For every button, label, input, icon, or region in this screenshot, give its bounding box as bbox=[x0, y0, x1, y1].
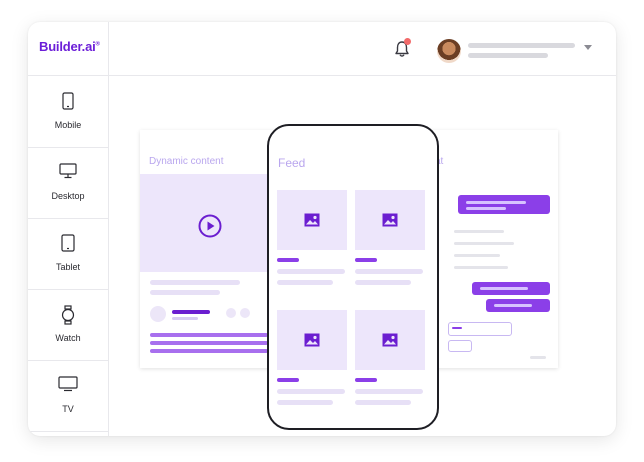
text-placeholder bbox=[454, 254, 500, 257]
text-placeholder bbox=[480, 287, 528, 290]
text-placeholder bbox=[466, 207, 506, 210]
text-placeholder bbox=[355, 389, 423, 394]
device-sidebar: Mobile Desktop Tablet Watch TV bbox=[28, 76, 109, 436]
text-placeholder bbox=[452, 327, 462, 329]
phone-preview: Feed bbox=[267, 124, 439, 430]
notification-badge bbox=[404, 38, 411, 45]
text-placeholder bbox=[150, 341, 268, 345]
app-window: Builder.ai® Mobile Desktop Tablet Watch … bbox=[28, 22, 616, 436]
text-placeholder bbox=[150, 349, 268, 353]
text-placeholder bbox=[355, 378, 377, 382]
image-icon bbox=[304, 213, 320, 227]
chevron-down-icon[interactable] bbox=[584, 45, 592, 50]
text-placeholder bbox=[355, 258, 377, 262]
message-input[interactable] bbox=[448, 322, 512, 336]
reaction-placeholder bbox=[226, 308, 236, 318]
sidebar-item-label: TV bbox=[62, 404, 74, 414]
play-icon[interactable] bbox=[198, 214, 222, 238]
logo-cell: Builder.ai® bbox=[28, 22, 109, 75]
tablet-icon bbox=[61, 234, 75, 252]
text-placeholder bbox=[355, 280, 411, 285]
text-placeholder bbox=[355, 269, 423, 274]
sidebar-item-label: Desktop bbox=[51, 191, 85, 201]
top-bar: Builder.ai® bbox=[28, 22, 616, 76]
text-placeholder bbox=[277, 389, 345, 394]
user-role-placeholder bbox=[468, 53, 548, 58]
desktop-icon bbox=[59, 163, 77, 179]
sidebar-item-tv[interactable]: TV bbox=[28, 360, 108, 432]
brand-logo-text: Builder.ai bbox=[39, 39, 96, 54]
avatar-placeholder bbox=[150, 306, 166, 322]
text-placeholder bbox=[454, 266, 508, 269]
image-icon bbox=[382, 333, 398, 347]
image-icon bbox=[382, 213, 398, 227]
sidebar-item-label: Watch bbox=[55, 333, 81, 343]
feed-title: Feed bbox=[278, 156, 306, 170]
text-placeholder bbox=[494, 304, 532, 307]
text-placeholder bbox=[277, 269, 345, 274]
brand-logo-mark: ® bbox=[95, 41, 100, 48]
user-name-placeholder bbox=[468, 43, 575, 48]
tv-icon bbox=[58, 376, 78, 392]
brand-logo[interactable]: Builder.ai® bbox=[39, 39, 100, 54]
desktop-preview-title: Dynamic content bbox=[149, 156, 224, 167]
text-placeholder bbox=[277, 378, 299, 382]
text-placeholder bbox=[355, 400, 411, 405]
text-placeholder bbox=[466, 201, 526, 204]
sidebar-item-watch[interactable]: Watch bbox=[28, 289, 108, 361]
text-placeholder bbox=[150, 333, 268, 337]
reaction-placeholder bbox=[240, 308, 250, 318]
text-placeholder bbox=[277, 280, 333, 285]
send-button[interactable] bbox=[448, 340, 472, 352]
sidebar-item-label: Tablet bbox=[55, 262, 81, 272]
text-placeholder bbox=[150, 290, 220, 295]
text-placeholder bbox=[277, 258, 299, 262]
text-placeholder bbox=[454, 230, 504, 233]
text-placeholder bbox=[172, 310, 210, 314]
sidebar-item-desktop[interactable]: Desktop bbox=[28, 147, 108, 219]
sidebar-item-mobile[interactable]: Mobile bbox=[28, 76, 108, 148]
sidebar-item-tablet[interactable]: Tablet bbox=[28, 218, 108, 290]
text-placeholder bbox=[530, 356, 546, 359]
text-placeholder bbox=[454, 242, 514, 245]
sidebar-item-label: Mobile bbox=[54, 120, 82, 130]
image-icon bbox=[304, 333, 320, 347]
watch-icon bbox=[61, 305, 75, 325]
text-placeholder bbox=[172, 317, 198, 320]
avatar[interactable] bbox=[437, 39, 461, 63]
mobile-icon bbox=[62, 92, 74, 110]
text-placeholder bbox=[277, 400, 333, 405]
text-placeholder bbox=[150, 280, 240, 285]
chat-bubble-sent bbox=[458, 195, 550, 214]
